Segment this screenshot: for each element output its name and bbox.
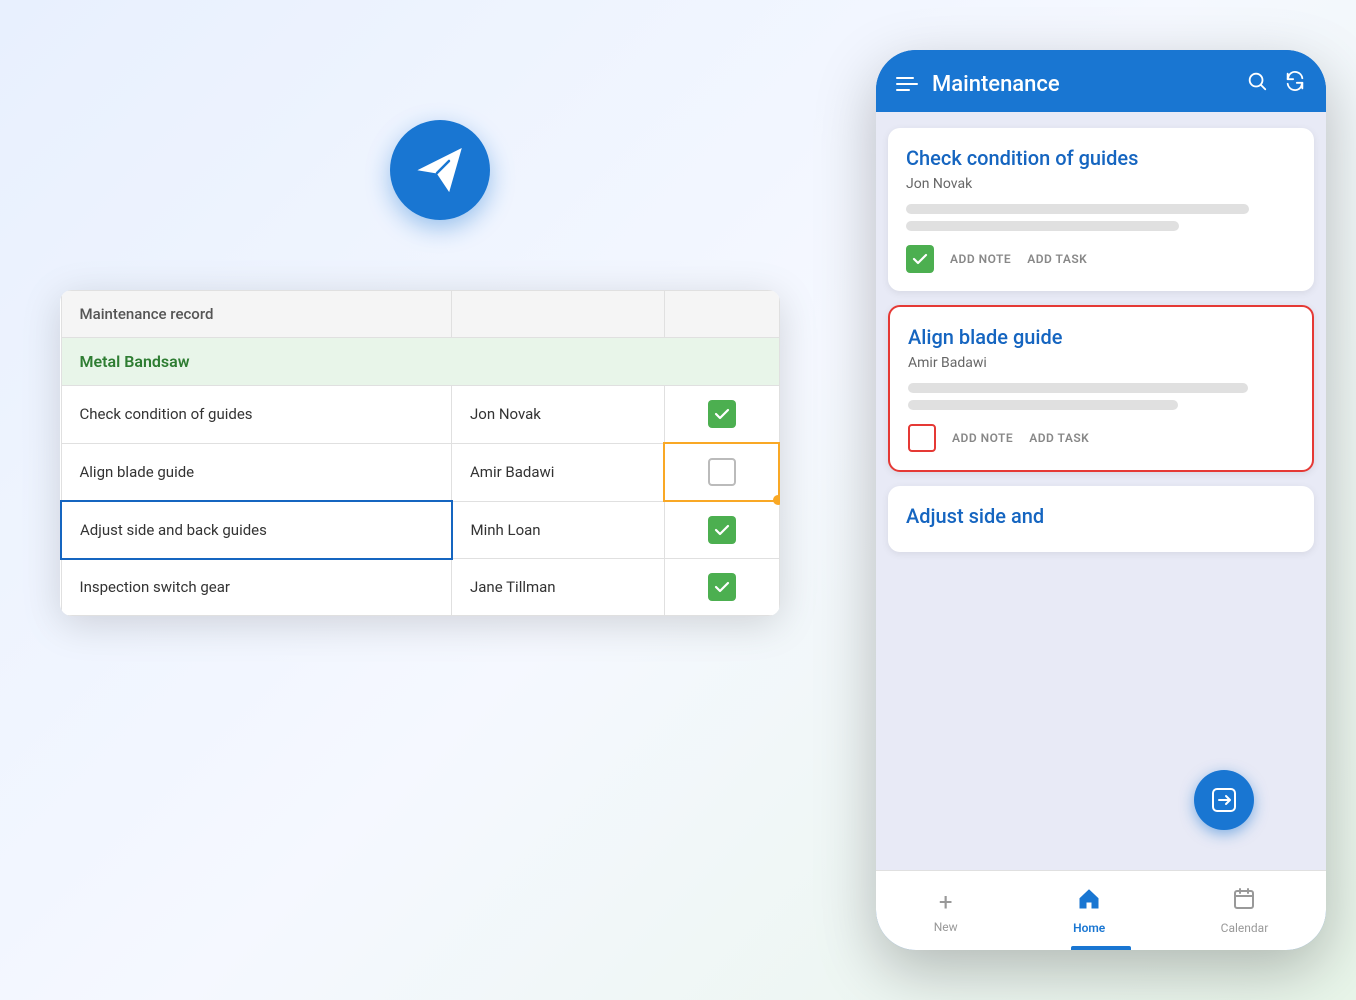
nav-active-bar bbox=[1071, 946, 1131, 950]
header-col2 bbox=[452, 291, 665, 338]
header-col3 bbox=[664, 291, 779, 338]
status-cell[interactable] bbox=[664, 386, 779, 444]
table-row[interactable]: Check condition of guides Jon Novak bbox=[61, 386, 779, 444]
card-lines-1 bbox=[906, 204, 1296, 231]
check-green-icon bbox=[708, 573, 736, 601]
refresh-icon[interactable] bbox=[1284, 70, 1306, 98]
status-cell[interactable] bbox=[664, 501, 779, 559]
nav-label-calendar: Calendar bbox=[1221, 921, 1269, 935]
card-checkbox-red[interactable] bbox=[908, 424, 936, 452]
card-title-2: Align blade guide bbox=[908, 325, 1294, 349]
partial-card: Adjust side and bbox=[888, 486, 1314, 552]
table-row[interactable]: Align blade guide Amir Badawi bbox=[61, 443, 779, 501]
assignee-cell: Amir Badawi bbox=[452, 443, 665, 501]
card-title-1: Check condition of guides bbox=[906, 146, 1296, 170]
maintenance-card-1[interactable]: Check condition of guides Jon Novak ADD … bbox=[888, 128, 1314, 291]
status-cell-selected[interactable] bbox=[664, 443, 779, 501]
card-subtitle-2: Amir Badawi bbox=[908, 355, 1294, 371]
section-row-metal-bandsaw: Metal Bandsaw bbox=[61, 338, 779, 386]
table-row[interactable]: Adjust side and back guides Minh Loan bbox=[61, 501, 779, 559]
phone-title: Maintenance bbox=[932, 72, 1060, 97]
phone-fab-button[interactable] bbox=[1194, 770, 1254, 830]
card-footer-2: ADD NOTE ADD TASK bbox=[908, 424, 1294, 452]
check-empty-icon bbox=[708, 458, 736, 486]
assignee-cell: Minh Loan bbox=[452, 501, 665, 559]
add-task-button-2[interactable]: ADD TASK bbox=[1029, 431, 1089, 445]
status-cell[interactable] bbox=[664, 559, 779, 616]
add-note-button-2[interactable]: ADD NOTE bbox=[952, 431, 1013, 445]
hamburger-menu-icon[interactable] bbox=[896, 77, 918, 91]
maintenance-card-2[interactable]: Align blade guide Amir Badawi ADD NOTE A… bbox=[888, 305, 1314, 472]
phone-mockup: Maintenance Check condition of guides Jo… bbox=[876, 50, 1326, 950]
nav-label-home: Home bbox=[1073, 921, 1105, 935]
phone-bottom-nav: + New Home Calendar bbox=[876, 870, 1326, 950]
maintenance-table: Maintenance record Metal Bandsaw Check c… bbox=[60, 290, 780, 616]
phone-header-icons bbox=[1246, 70, 1306, 98]
add-task-button-1[interactable]: ADD TASK bbox=[1027, 252, 1087, 266]
table-row[interactable]: Inspection switch gear Jane Tillman bbox=[61, 559, 779, 616]
card-subtitle-1: Jon Novak bbox=[906, 176, 1296, 192]
task-cell: Check condition of guides bbox=[61, 386, 452, 444]
phone-header: Maintenance bbox=[876, 50, 1326, 112]
home-icon bbox=[1077, 887, 1101, 917]
nav-label-new: New bbox=[934, 920, 958, 934]
assignee-cell: Jane Tillman bbox=[452, 559, 665, 616]
assignee-cell: Jon Novak bbox=[452, 386, 665, 444]
card-checkbox-green[interactable] bbox=[906, 245, 934, 273]
card-line bbox=[908, 400, 1178, 410]
calendar-icon bbox=[1232, 887, 1256, 917]
check-green-icon bbox=[708, 400, 736, 428]
card-line bbox=[906, 221, 1179, 231]
task-cell: Inspection switch gear bbox=[61, 559, 452, 616]
nav-item-home[interactable]: Home bbox=[1073, 887, 1105, 935]
phone-content: Check condition of guides Jon Novak ADD … bbox=[876, 112, 1326, 870]
partial-card-title: Adjust side and bbox=[906, 504, 1296, 528]
spreadsheet-panel: Maintenance record Metal Bandsaw Check c… bbox=[60, 290, 780, 616]
phone-header-left: Maintenance bbox=[896, 72, 1060, 97]
card-line bbox=[906, 204, 1249, 214]
card-line bbox=[908, 383, 1248, 393]
header-col1: Maintenance record bbox=[61, 291, 452, 338]
plus-icon: + bbox=[939, 888, 953, 916]
add-note-button-1[interactable]: ADD NOTE bbox=[950, 252, 1011, 266]
card-lines-2 bbox=[908, 383, 1294, 410]
search-icon[interactable] bbox=[1246, 70, 1268, 98]
table-header-row: Maintenance record bbox=[61, 291, 779, 338]
nav-item-calendar[interactable]: Calendar bbox=[1221, 887, 1269, 935]
nav-item-new[interactable]: + New bbox=[934, 888, 958, 934]
card-footer-1: ADD NOTE ADD TASK bbox=[906, 245, 1296, 273]
section-label: Metal Bandsaw bbox=[61, 338, 779, 386]
task-cell: Align blade guide bbox=[61, 443, 452, 501]
task-cell-highlighted: Adjust side and back guides bbox=[61, 501, 452, 559]
check-green-icon bbox=[708, 516, 736, 544]
floating-paper-plane-icon bbox=[390, 120, 490, 220]
